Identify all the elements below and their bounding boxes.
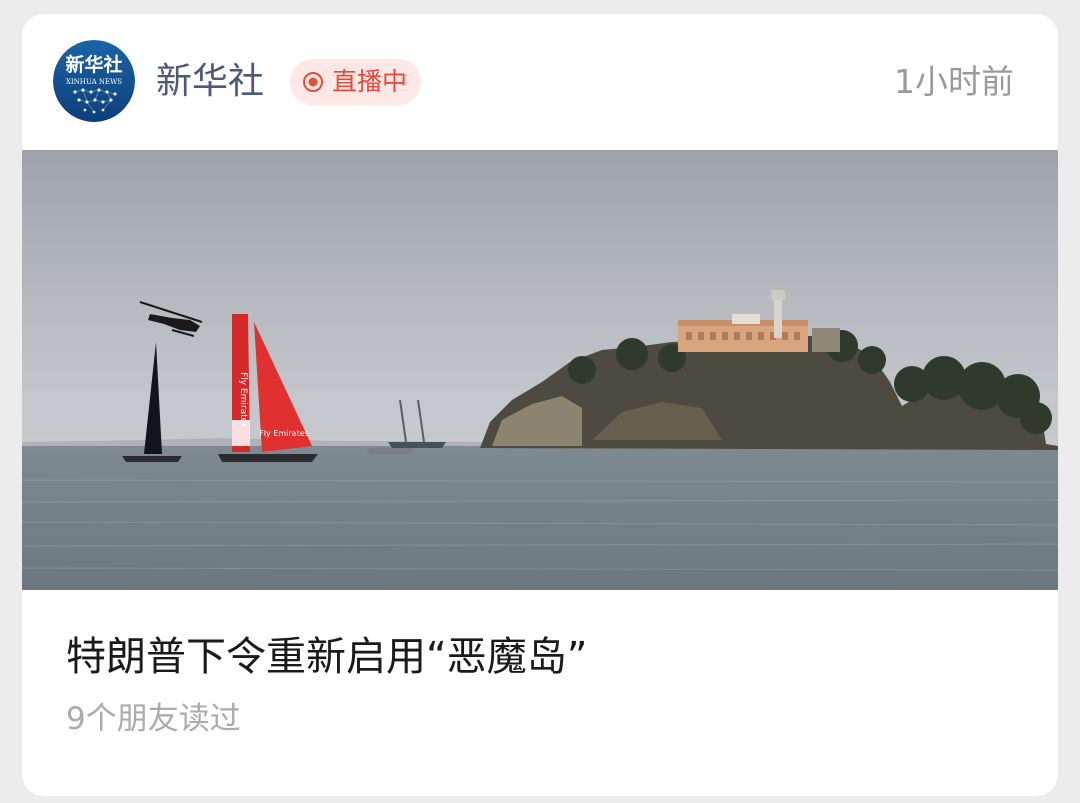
card-header: 新华社 XINHUA NEWS 新华社 直播中 1小时前 <box>22 14 1058 149</box>
xinhua-logo-icon: 新华社 XINHUA NEWS <box>53 40 135 122</box>
live-badge[interactable]: 直播中 <box>290 59 422 105</box>
sail-text-left: Fly Emirates <box>238 372 248 428</box>
account-name[interactable]: 新华社 <box>156 58 264 106</box>
live-badge-label: 直播中 <box>332 67 408 96</box>
cover-image[interactable]: Fly Emirates Fly Emirates <box>22 150 1058 590</box>
alcatraz-bay-photo: Fly Emirates Fly Emirates <box>22 150 1058 590</box>
sail-text-right: Fly Emirates <box>259 429 309 438</box>
timestamp: 1小时前 <box>894 62 1014 101</box>
logo-subtext: XINHUA NEWS <box>66 78 122 86</box>
live-dot-icon <box>303 72 323 92</box>
article-headline[interactable]: 特朗普下令重新启用“恶魔岛” <box>66 628 587 686</box>
article-card[interactable]: 新华社 XINHUA NEWS 新华社 直播中 1小时前 Fly Emirate… <box>22 14 1058 796</box>
logo-text: 新华社 <box>65 53 122 76</box>
friends-read-count: 9个朋友读过 <box>66 701 241 737</box>
xinhua-logo-avatar[interactable]: 新华社 XINHUA NEWS <box>53 40 135 122</box>
